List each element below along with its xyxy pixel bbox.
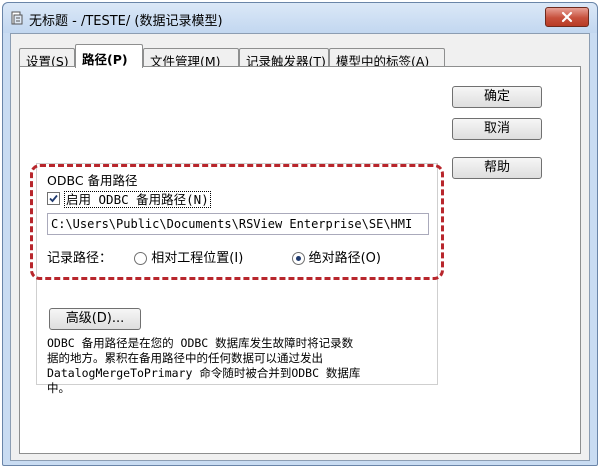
- relative-path-radio[interactable]: [134, 252, 148, 265]
- odbc-description: ODBC 备用路径是在您的 ODBC 数据库发生故障时将记录数 据的地方。累积在…: [47, 336, 361, 395]
- tab-model-tags[interactable]: 模型中的标签(A): [329, 48, 445, 67]
- dialog-window: 无标题 - /TESTE/ (数据记录模型) 设置(S) 路径(P) 文件管理(…: [2, 2, 598, 466]
- advanced-button[interactable]: 高级(D)...: [49, 308, 141, 330]
- tab-settings[interactable]: 设置(S): [19, 48, 75, 67]
- app-icon: [11, 11, 23, 25]
- window-title: 无标题 - /TESTE/ (数据记录模型): [29, 14, 223, 29]
- tab-file-management[interactable]: 文件管理(M): [143, 48, 239, 67]
- relative-path-label: 相对工程位置(I): [151, 251, 244, 266]
- enable-odbc-label: 启用 ODBC 备用路径(N): [64, 191, 211, 208]
- close-button[interactable]: [545, 7, 589, 27]
- log-path-row: 记录路径： 相对工程位置(I) 绝对路径(O): [47, 247, 381, 266]
- tab-path[interactable]: 路径(P): [75, 44, 143, 68]
- odbc-groupbox: ODBC 备用路径 启用 ODBC 备用路径(N) C:\Users\Publi…: [36, 163, 438, 395]
- backup-path-input[interactable]: C:\Users\Public\Documents\RSView Enterpr…: [47, 213, 429, 235]
- help-button[interactable]: 帮助: [452, 157, 542, 179]
- tab-log-triggers[interactable]: 记录触发器(T): [239, 48, 329, 67]
- title-bar[interactable]: 无标题 - /TESTE/ (数据记录模型): [3, 3, 597, 33]
- path-tab-page: 确定 取消 帮助 ODBC 备用路径 启用 ODBC 备用路径(N) C:\Us…: [19, 66, 581, 454]
- checkmark-icon: [49, 194, 58, 203]
- absolute-path-label: 绝对路径(O): [308, 251, 381, 266]
- ok-button[interactable]: 确定: [452, 86, 542, 108]
- log-path-label: 记录路径：: [47, 251, 113, 266]
- odbc-group-title: ODBC 备用路径: [47, 173, 138, 188]
- enable-odbc-checkbox[interactable]: [47, 192, 60, 205]
- cancel-button[interactable]: 取消: [452, 118, 542, 140]
- dialog-client-area: 设置(S) 路径(P) 文件管理(M) 记录触发器(T) 模型中的标签(A) 确…: [10, 33, 590, 461]
- close-icon: [561, 11, 573, 23]
- absolute-path-radio[interactable]: [291, 252, 305, 265]
- enable-odbc-row: 启用 ODBC 备用路径(N): [47, 189, 211, 208]
